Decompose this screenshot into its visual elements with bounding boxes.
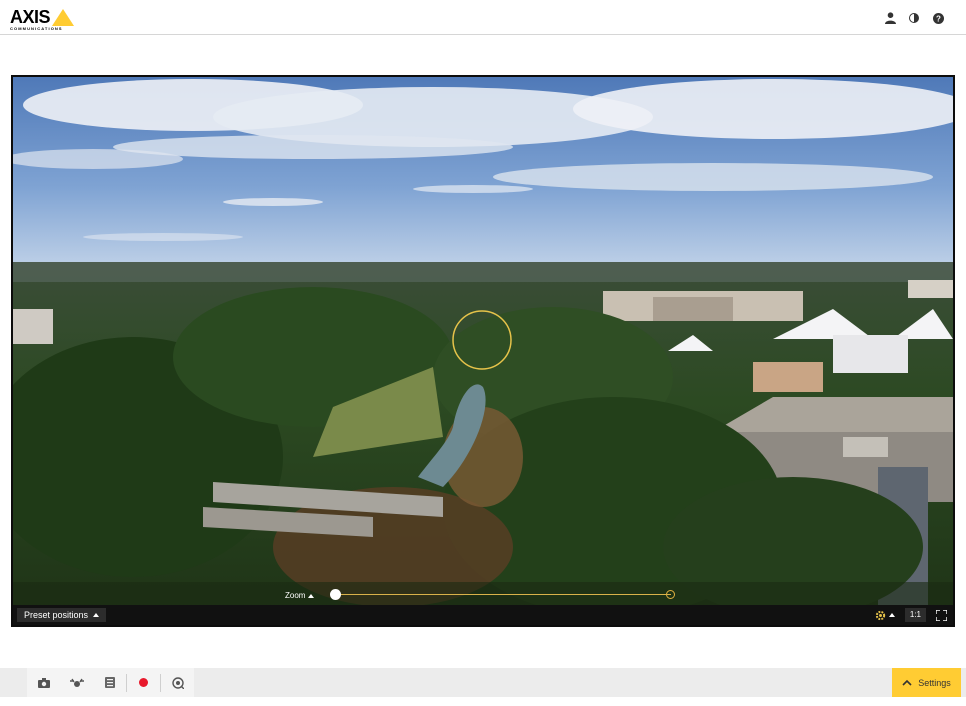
zoom-label-text: Zoom [285, 591, 306, 600]
chevron-up-icon [93, 613, 100, 617]
bottom-toolbar: Settings [0, 668, 966, 697]
settings-button[interactable]: Settings [892, 668, 961, 697]
help-icon[interactable]: ? [932, 12, 944, 24]
zoom-caret-icon [308, 593, 315, 598]
toolbar-buttons [27, 668, 194, 697]
video-image [13, 77, 953, 609]
logo-triangle-icon [52, 9, 74, 26]
preset-positions-button[interactable]: Preset positions [17, 608, 107, 622]
stream-profile-button[interactable] [93, 668, 126, 697]
svg-text:?: ? [936, 14, 941, 23]
snapshot-icon [37, 677, 50, 688]
zoom-in-icon[interactable] [666, 590, 675, 599]
record-button[interactable] [127, 668, 160, 697]
header-icons: ? [884, 12, 944, 24]
ratio-button[interactable]: 1:1 [904, 608, 926, 622]
user-icon[interactable] [884, 12, 896, 24]
ptz-icon [69, 678, 84, 687]
record-icon [139, 678, 148, 687]
video-right-controls: 1:1 [875, 608, 947, 622]
axis-logo[interactable]: AXIS COMMUNICATIONS [10, 8, 80, 32]
stream-settings-button[interactable] [875, 610, 895, 621]
preset-positions-label: Preset positions [24, 610, 89, 620]
focus-icon [171, 676, 184, 689]
zoom-slider-track[interactable] [335, 594, 671, 595]
top-header: AXIS COMMUNICATIONS ? [0, 0, 966, 35]
ptz-control-button[interactable] [60, 668, 93, 697]
live-video-view[interactable]: Zoom Preset positions 1:1 [11, 75, 955, 627]
logo-subtext: COMMUNICATIONS [10, 26, 63, 31]
stream-profile-icon [104, 677, 115, 688]
settings-label: Settings [918, 677, 951, 688]
zoom-label: Zoom [285, 591, 315, 600]
contrast-icon[interactable] [908, 12, 920, 24]
focus-button[interactable] [161, 668, 194, 697]
gear-icon [875, 610, 886, 620]
logo-text: AXIS [10, 7, 51, 27]
gear-caret-icon [888, 613, 895, 617]
fullscreen-icon[interactable] [936, 609, 947, 621]
zoom-slider-handle[interactable] [330, 589, 341, 600]
snapshot-button[interactable] [27, 668, 60, 697]
video-control-bar: Preset positions 1:1 [13, 605, 953, 625]
chevron-up-icon [902, 679, 912, 686]
